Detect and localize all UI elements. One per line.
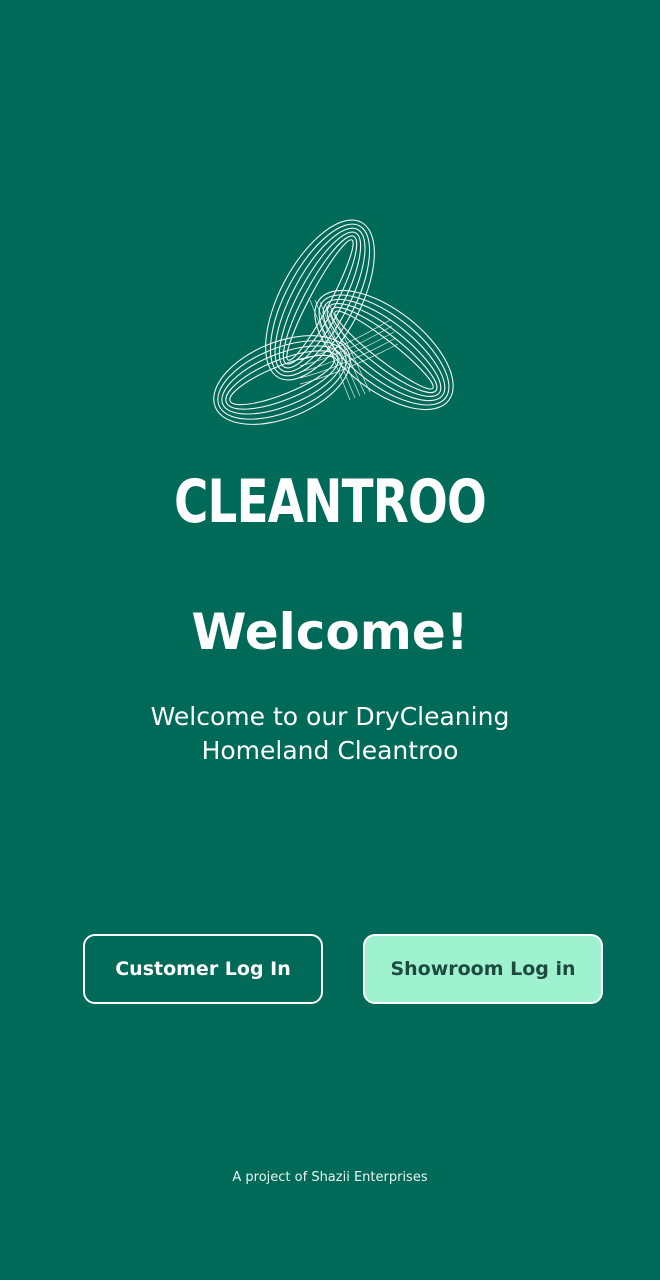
customer-login-button[interactable]: Customer Log In [83,934,323,1004]
showroom-login-button[interactable]: Showroom Log in [363,934,603,1004]
brand-name: CLEANTROO [173,467,487,537]
welcome-screen: CLEANTROO Welcome! Welcome to our DryCle… [0,0,660,1280]
welcome-subtitle: Welcome to our DryCleaning Homeland Clea… [150,702,510,765]
footer-text: A project of Shazii Enterprises [232,1170,428,1185]
interlocking-rings-logo-icon [213,219,454,425]
customer-login-label: Customer Log In [115,958,291,980]
welcome-title: Welcome! [191,603,469,661]
showroom-login-label: Showroom Log in [390,958,576,980]
